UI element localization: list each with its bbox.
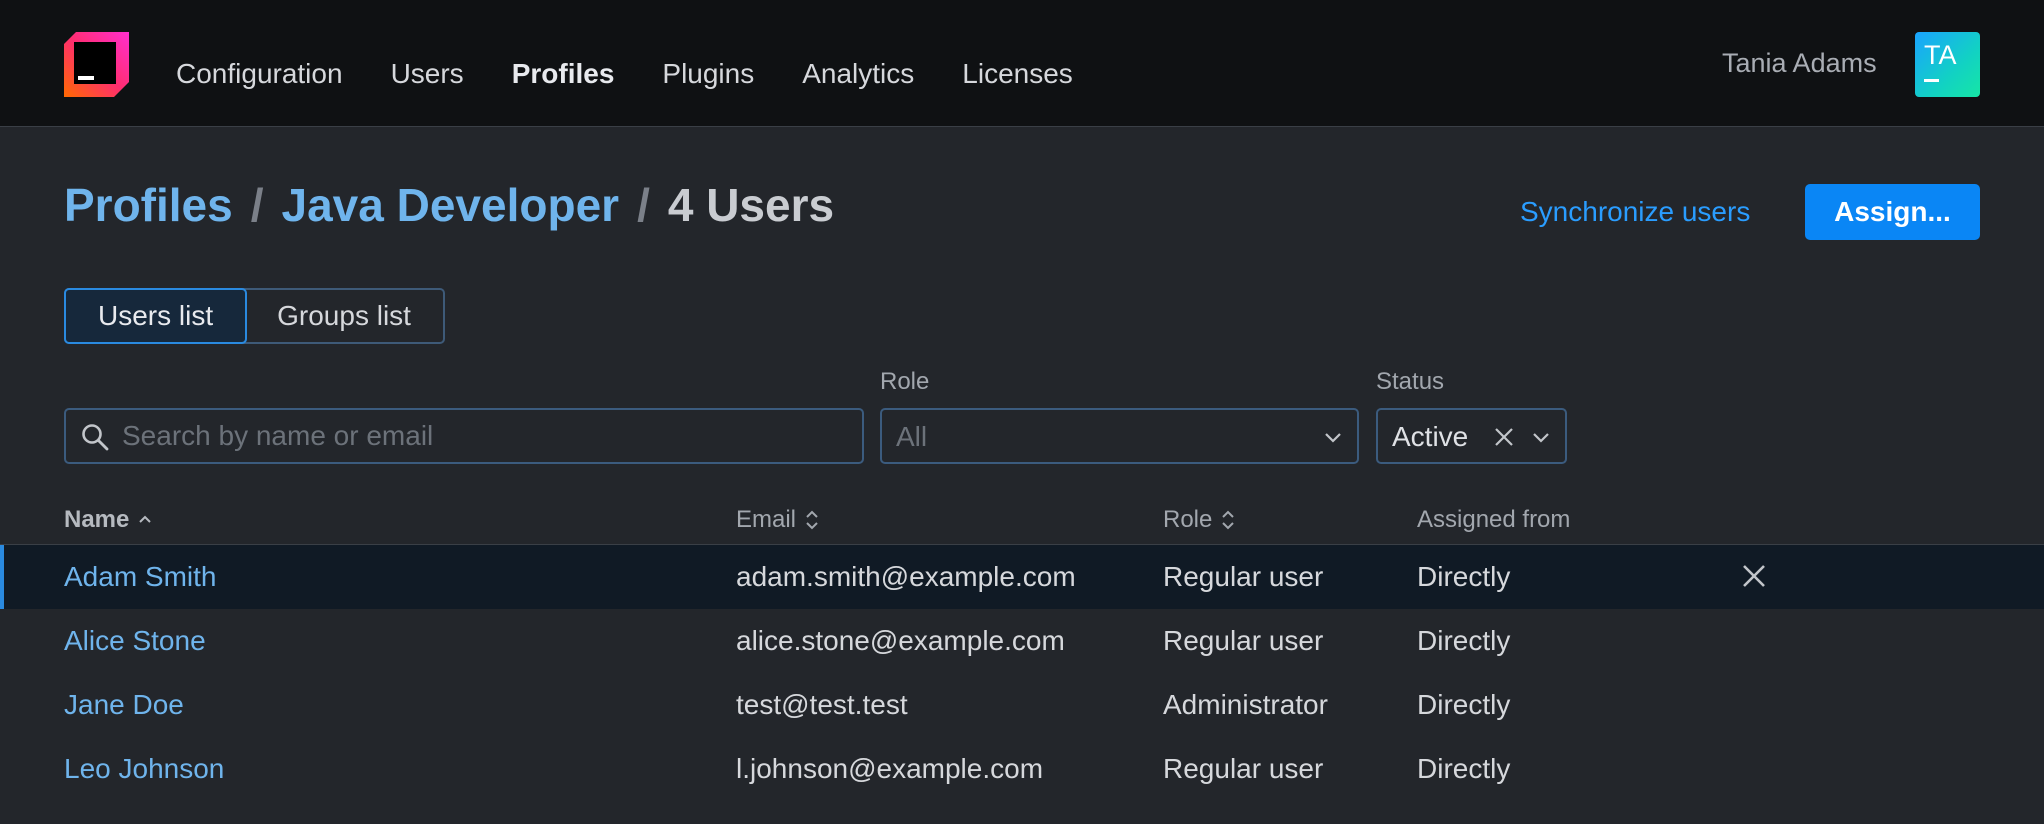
nav-item-plugins[interactable]: Plugins <box>662 38 754 90</box>
column-header-label: Email <box>736 506 797 533</box>
column-header-role[interactable]: Role <box>1163 506 1236 534</box>
nav-item-analytics[interactable]: Analytics <box>802 38 914 90</box>
top-navigation-bar: Configuration Users Profiles Plugins Ana… <box>0 0 2044 127</box>
assigned-from: Directly <box>1417 561 1511 592</box>
breadcrumb: Profiles / Java Developer / 4 Users <box>64 178 834 232</box>
nav-item-licenses[interactable]: Licenses <box>962 38 1073 90</box>
column-header-label: Role <box>1163 506 1213 533</box>
user-name-link[interactable]: Adam Smith <box>64 561 217 593</box>
chevron-down-icon <box>1325 433 1341 443</box>
role-filter-label: Role <box>880 368 930 395</box>
table-row[interactable]: Leo Johnson l.johnson@example.com Regula… <box>0 737 2044 801</box>
assign-button[interactable]: Assign... <box>1805 184 1980 240</box>
nav-item-profiles[interactable]: Profiles <box>512 38 615 90</box>
status-select-value: Active <box>1392 421 1469 452</box>
breadcrumb-separator: / <box>250 179 264 231</box>
main-nav: Configuration Users Profiles Plugins Ana… <box>176 0 1121 127</box>
assigned-from: Directly <box>1417 689 1511 720</box>
column-header-email[interactable]: Email <box>736 506 820 534</box>
search-field[interactable] <box>64 408 864 464</box>
breadcrumb-profile-link[interactable]: Java Developer <box>282 178 620 232</box>
list-view-switcher: Users list Groups list <box>64 288 445 344</box>
jetbrains-logo-icon[interactable] <box>64 32 129 97</box>
user-email: l.johnson@example.com <box>736 753 1044 784</box>
tab-groups-list[interactable]: Groups list <box>245 290 443 342</box>
tab-users-list[interactable]: Users list <box>64 288 248 344</box>
column-header-label: Name <box>64 506 130 533</box>
user-name-link[interactable]: Leo Johnson <box>64 753 224 785</box>
role-select[interactable]: All <box>880 408 1359 464</box>
avatar-initials: TA <box>1924 40 1957 70</box>
assigned-from: Directly <box>1417 753 1511 784</box>
user-email: alice.stone@example.com <box>736 625 1065 656</box>
user-role: Administrator <box>1163 689 1328 720</box>
nav-item-configuration[interactable]: Configuration <box>176 38 343 90</box>
clear-status-icon[interactable] <box>1492 425 1516 449</box>
current-user-name[interactable]: Tania Adams <box>1722 48 1877 79</box>
table-row[interactable]: Alice Stone alice.stone@example.com Regu… <box>0 609 2044 673</box>
column-header-assigned-from: Assigned from <box>1417 506 1570 534</box>
user-role: Regular user <box>1163 625 1324 656</box>
user-role: Regular user <box>1163 753 1324 784</box>
page-title: 4 Users <box>667 179 835 231</box>
search-input[interactable] <box>122 410 852 462</box>
user-name-link[interactable]: Alice Stone <box>64 625 206 657</box>
user-name-link[interactable]: Jane Doe <box>64 689 184 721</box>
synchronize-users-link[interactable]: Synchronize users <box>1520 196 1750 228</box>
sort-icon <box>806 510 818 530</box>
breadcrumb-profiles-link[interactable]: Profiles <box>64 178 233 232</box>
user-email: adam.smith@example.com <box>736 561 1076 592</box>
nav-item-users[interactable]: Users <box>391 38 464 90</box>
avatar[interactable]: TA <box>1915 32 1980 97</box>
sort-icon <box>1222 510 1235 530</box>
status-filter-label: Status <box>1376 368 1445 395</box>
table-row[interactable]: Adam Smith adam.smith@example.com Regula… <box>0 545 2044 609</box>
breadcrumb-separator: / <box>637 179 650 231</box>
role-select-value: All <box>896 421 928 452</box>
column-header-label: Assigned from <box>1417 506 1571 533</box>
table-row[interactable]: Jane Doe test@test.test Administrator Di… <box>0 673 2044 737</box>
user-role: Regular user <box>1163 561 1324 592</box>
remove-user-icon[interactable] <box>1741 563 1767 589</box>
user-email: test@test.test <box>736 689 908 720</box>
assigned-from: Directly <box>1417 625 1511 656</box>
chevron-down-icon <box>1533 433 1549 443</box>
column-header-name[interactable]: Name <box>64 506 153 534</box>
avatar-underline <box>1924 79 1939 82</box>
sort-ascending-icon <box>139 515 152 523</box>
search-icon <box>82 424 109 451</box>
status-select[interactable]: Active <box>1376 408 1567 464</box>
